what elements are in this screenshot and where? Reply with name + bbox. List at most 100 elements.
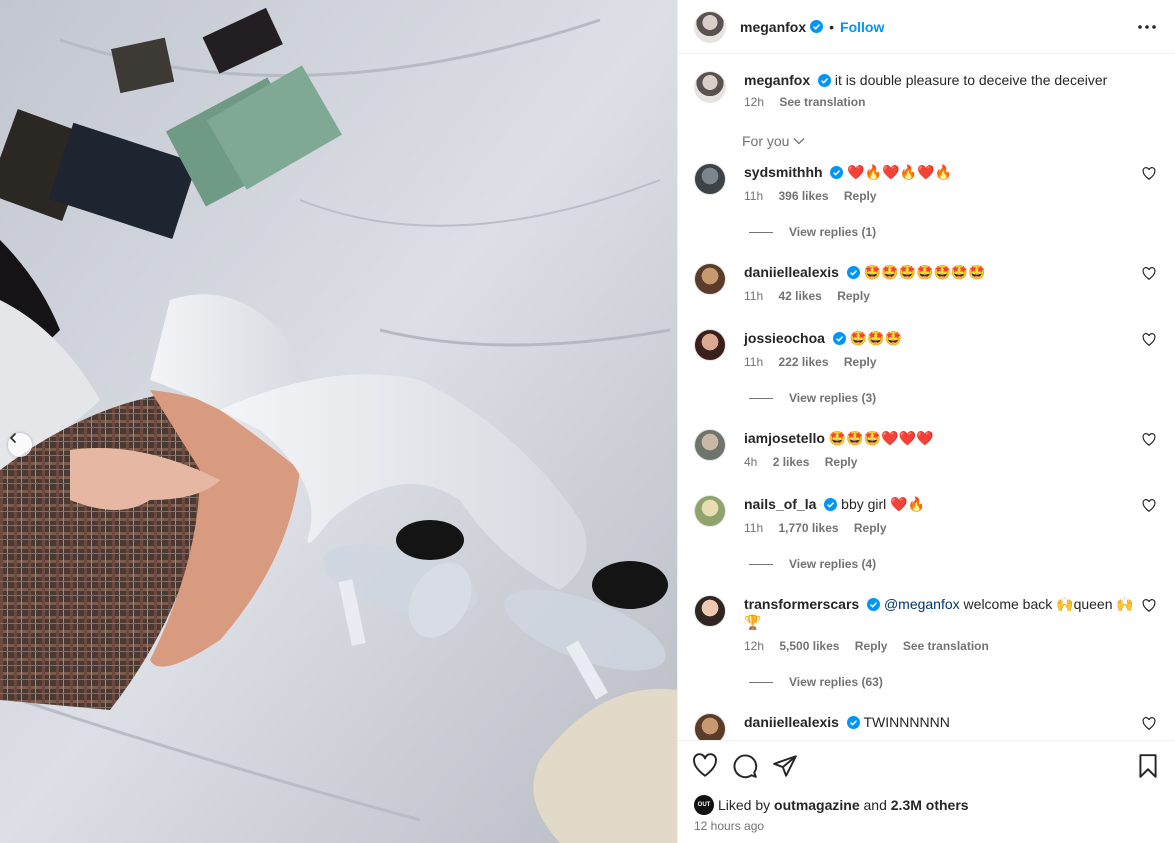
liked-by-avatar[interactable]: OUT xyxy=(694,795,714,815)
see-translation-link[interactable]: See translation xyxy=(779,95,865,109)
view-replies-label: View replies (3) xyxy=(789,391,877,405)
comment-likes[interactable]: 5,500 likes xyxy=(779,639,839,653)
carousel-previous-button[interactable] xyxy=(8,433,32,457)
comment-likes[interactable]: 1,770 likes xyxy=(778,521,838,535)
comment-like-heart-icon[interactable] xyxy=(1142,167,1156,181)
bookmark-icon[interactable] xyxy=(1135,753,1161,779)
commenter-avatar[interactable] xyxy=(694,163,726,195)
header-separator: • xyxy=(829,18,835,35)
heart-icon[interactable] xyxy=(692,753,718,779)
comment-like-heart-icon[interactable] xyxy=(1142,599,1156,613)
verified-badge-icon xyxy=(818,74,832,87)
comment-text: bby girl ❤️🔥 xyxy=(841,496,926,512)
author-avatar[interactable] xyxy=(694,10,726,43)
action-icons-row xyxy=(692,753,1161,779)
comment-likes[interactable]: 2 likes xyxy=(773,455,810,469)
comment-like-heart-icon[interactable] xyxy=(1142,267,1156,281)
comment-sort-dropdown[interactable]: For you xyxy=(742,133,805,149)
more-options-button[interactable] xyxy=(1135,15,1159,39)
post-actions: OUT Liked by outmagazine and 2.3M others… xyxy=(678,740,1175,843)
follow-button[interactable]: Follow xyxy=(840,19,884,35)
comment-mention[interactable]: @meganfox xyxy=(884,596,960,612)
liked-by-count[interactable]: 2.3M others xyxy=(891,797,969,813)
comment-text: welcome back 🙌queen 🙌 xyxy=(959,596,1134,612)
caption-time: 12h xyxy=(744,95,765,109)
commenter-avatar[interactable] xyxy=(694,495,726,527)
comment-likes[interactable]: 42 likes xyxy=(778,289,821,303)
reply-button[interactable]: Reply xyxy=(855,639,888,653)
reply-button[interactable]: Reply xyxy=(854,521,887,535)
post-side-panel: meganfox • Follow meganfox it is double … xyxy=(677,0,1175,843)
view-replies-button[interactable]: View replies (63) xyxy=(749,675,883,689)
comment-text: 🤩🤩🤩❤️❤️❤️ xyxy=(828,430,934,446)
liked-by-and: and xyxy=(863,797,887,813)
author-username[interactable]: meganfox xyxy=(740,19,806,35)
reply-button[interactable]: Reply xyxy=(825,455,858,469)
comment-text: TWINNNNNN xyxy=(863,714,950,730)
reply-button[interactable]: Reply xyxy=(844,189,877,203)
commenter-avatar[interactable] xyxy=(694,713,726,740)
post-timestamp[interactable]: 12 hours ago xyxy=(694,819,764,833)
view-replies-label: View replies (4) xyxy=(789,557,877,571)
verified-badge-icon xyxy=(830,166,844,179)
verified-badge-icon xyxy=(867,598,881,611)
verified-badge-icon xyxy=(810,20,824,33)
comment-item: sydsmithhh ❤️🔥❤️🔥❤️🔥 11h 396 likes Reply xyxy=(694,163,1164,205)
more-options-icon xyxy=(1138,24,1156,29)
reply-button[interactable]: Reply xyxy=(837,289,870,303)
comment-likes[interactable]: 222 likes xyxy=(778,355,828,369)
comment-time: 4h xyxy=(744,455,758,469)
replies-line xyxy=(749,563,773,565)
liked-by-summary: OUT Liked by outmagazine and 2.3M others xyxy=(694,795,969,815)
view-replies-button[interactable]: View replies (4) xyxy=(749,557,876,571)
comment-time: 12h xyxy=(744,639,765,653)
comment-item: jossieochoa 🤩🤩🤩 11h 222 likes Reply xyxy=(694,329,1164,371)
comment-text: 🤩🤩🤩 xyxy=(849,330,902,346)
commenter-username[interactable]: iamjosetello xyxy=(744,430,825,446)
verified-badge-icon xyxy=(846,266,860,279)
verified-badge-icon xyxy=(824,498,838,511)
comment-item: iamjosetello 🤩🤩🤩❤️❤️❤️ 4h 2 likes Reply xyxy=(694,429,1164,471)
comment-like-heart-icon[interactable] xyxy=(1142,333,1156,347)
view-replies-label: View replies (1) xyxy=(789,225,877,239)
commenter-avatar[interactable] xyxy=(694,329,726,361)
comment-like-heart-icon[interactable] xyxy=(1142,499,1156,513)
reply-button[interactable]: Reply xyxy=(844,355,877,369)
comment-text: ❤️🔥❤️🔥❤️🔥 xyxy=(847,164,952,180)
see-translation-link[interactable]: See translation xyxy=(903,639,989,653)
commenter-username[interactable]: daniiellealexis xyxy=(744,714,839,730)
commenter-username[interactable]: transformerscars xyxy=(744,596,859,612)
comment-item: nails_of_la bby girl ❤️🔥 11h 1,770 likes… xyxy=(694,495,1164,537)
commenter-avatar[interactable] xyxy=(694,429,726,461)
verified-badge-icon xyxy=(846,716,860,729)
comment-like-heart-icon[interactable] xyxy=(1142,717,1156,731)
commenter-avatar[interactable] xyxy=(694,263,726,295)
commenter-username[interactable]: daniiellealexis xyxy=(744,264,839,280)
view-replies-button[interactable]: View replies (1) xyxy=(749,225,876,239)
verified-badge-icon xyxy=(832,332,846,345)
commenter-username[interactable]: nails_of_la xyxy=(744,496,816,512)
post-header: meganfox • Follow xyxy=(678,0,1175,54)
liked-by-user[interactable]: outmagazine xyxy=(774,797,860,813)
comment-icon[interactable] xyxy=(732,753,758,779)
comment-time: 11h xyxy=(744,189,764,203)
caption-text: it is double pleasure to deceive the dec… xyxy=(834,72,1108,88)
comment-item: daniiellealexis TWINNNNNN xyxy=(694,713,1164,740)
post-photo xyxy=(0,0,677,843)
comment-text-second-line: 🏆 xyxy=(744,614,762,630)
share-icon[interactable] xyxy=(772,753,798,779)
replies-line xyxy=(749,397,773,399)
comment-time: 11h xyxy=(744,355,764,369)
comments-section[interactable]: meganfox it is double pleasure to deceiv… xyxy=(678,55,1175,740)
commenter-username[interactable]: sydsmithhh xyxy=(744,164,823,180)
caption-avatar[interactable] xyxy=(694,71,726,103)
commenter-username[interactable]: jossieochoa xyxy=(744,330,825,346)
comment-likes[interactable]: 396 likes xyxy=(778,189,828,203)
view-replies-button[interactable]: View replies (3) xyxy=(749,391,876,405)
replies-line xyxy=(749,231,773,233)
post-photo-illustration xyxy=(0,0,677,843)
comment-item: daniiellealexis 🤩🤩🤩🤩🤩🤩🤩 11h 42 likes Rep… xyxy=(694,263,1164,305)
commenter-avatar[interactable] xyxy=(694,595,726,627)
caption-username[interactable]: meganfox xyxy=(744,72,810,88)
comment-like-heart-icon[interactable] xyxy=(1142,433,1156,447)
